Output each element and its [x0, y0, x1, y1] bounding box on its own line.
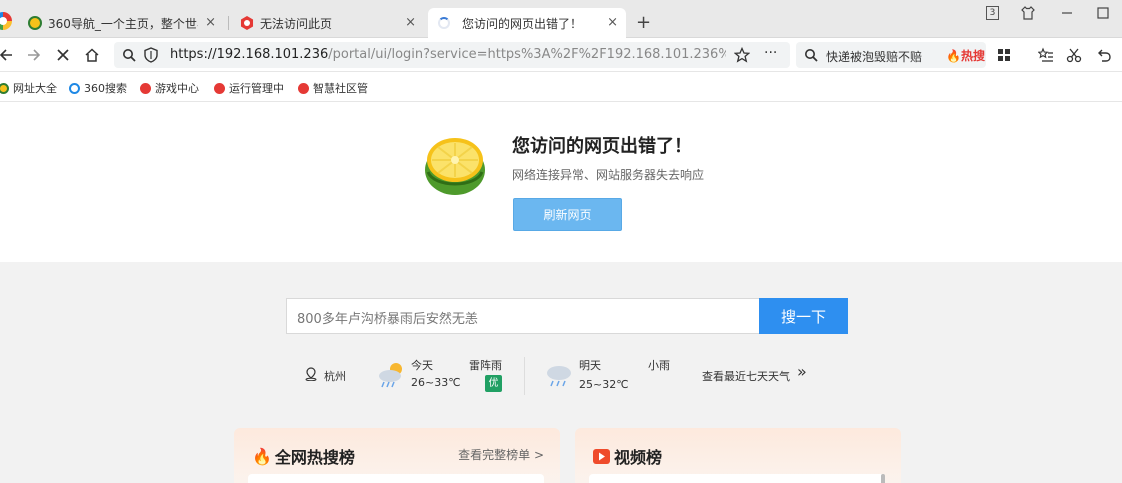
- card-title-text: 全网热搜榜: [274, 448, 355, 467]
- bookmark-favicon-icon: [298, 82, 309, 94]
- tab-title: 无法访问此页: [260, 16, 333, 31]
- tab-title: 360导航_一个主页，整个世界: [48, 16, 198, 31]
- forward-arrow-icon[interactable]: [26, 47, 40, 63]
- weather-today-label: 今天: [411, 359, 433, 372]
- hot-search-badge[interactable]: 🔥热搜: [946, 47, 985, 64]
- bookmark-ops-management[interactable]: 运行管理中: [214, 80, 284, 96]
- video-card-title: 视频榜: [593, 444, 662, 468]
- address-bar[interactable]: https://192.168.101.236/portal/ui/login?…: [114, 42, 790, 68]
- tab-close-icon[interactable]: ×: [405, 15, 416, 30]
- header-search-box[interactable]: 快递被泡毁赔不赔 🔥热搜: [796, 42, 986, 68]
- minimize-icon[interactable]: [1060, 6, 1074, 20]
- card-content-area: [589, 474, 885, 483]
- weather-today-condition: 雷阵雨: [469, 359, 502, 372]
- stop-loading-icon[interactable]: [56, 48, 70, 62]
- hot-search-card-title: 🔥 全网热搜榜: [252, 444, 355, 468]
- air-quality-badge: 优: [485, 375, 502, 392]
- flame-icon: 🔥: [252, 446, 272, 466]
- shield-icon[interactable]: [144, 47, 158, 63]
- bookmark-star-icon[interactable]: [734, 47, 750, 63]
- tab-count-badge[interactable]: 3: [986, 6, 999, 20]
- video-ranking-card: 视频榜: [575, 428, 901, 483]
- bookmark-game-center[interactable]: 游戏中心: [140, 80, 199, 96]
- portal-search-button[interactable]: 搜一下: [759, 298, 848, 334]
- tab-error-page[interactable]: 您访问的网页出错了！ ×: [428, 8, 626, 38]
- view-full-list-link[interactable]: 查看完整榜单 >: [458, 446, 544, 463]
- video-play-icon: [593, 448, 610, 464]
- maximize-icon[interactable]: [1096, 6, 1110, 20]
- back-arrow-icon[interactable]: [0, 47, 14, 63]
- location-pin-icon: [305, 367, 317, 381]
- home-icon[interactable]: [84, 47, 100, 63]
- bookmark-favicon-icon: [0, 82, 9, 94]
- double-chevron-right-icon[interactable]: »: [797, 362, 807, 381]
- weather-tomorrow-label: 明天: [579, 359, 601, 372]
- card-content-area: [248, 474, 544, 483]
- bookmarks-bar: 网址大全 360搜索 游戏中心 运行管理中 智慧社区管: [0, 72, 1122, 102]
- hot-label: 热搜: [960, 49, 985, 63]
- hot-search-text: 快递被泡毁赔不赔: [826, 50, 923, 64]
- tab-divider: [228, 16, 229, 30]
- tab-cannot-access[interactable]: 无法访问此页 ×: [232, 8, 424, 38]
- weather-city[interactable]: 杭州: [324, 368, 346, 384]
- bookmark-url-directory[interactable]: 网址大全: [0, 80, 57, 96]
- tab-close-icon[interactable]: ×: [205, 15, 216, 30]
- new-tab-button[interactable]: +: [636, 12, 651, 33]
- loading-spinner-icon: [438, 17, 450, 29]
- bookmark-favicon-icon: [214, 82, 225, 94]
- navigation-bar: https://192.168.101.236/portal/ui/login?…: [0, 38, 1122, 72]
- error-subtitle: 网络连接异常、网站服务器失去响应: [512, 168, 705, 182]
- hot-search-card: 🔥 全网热搜榜 查看完整榜单 >: [234, 428, 560, 483]
- scrollbar-thumb[interactable]: [881, 474, 885, 483]
- card-title-text: 视频榜: [614, 448, 663, 467]
- apps-grid-icon[interactable]: [996, 47, 1012, 63]
- url-host: https://192.168.101.236: [170, 47, 329, 62]
- lemon-error-icon: [425, 138, 485, 195]
- 360-favicon-icon: [28, 16, 42, 30]
- bookmark-label: 运行管理中: [229, 82, 284, 95]
- error-title: 您访问的网页出错了！: [512, 136, 692, 157]
- tab-title: 您访问的网页出错了！: [462, 16, 583, 31]
- light-rain-icon: [547, 366, 571, 387]
- bookmark-favicon-icon: [69, 82, 80, 94]
- bookmark-label: 网址大全: [13, 82, 57, 95]
- browser-logo-icon[interactable]: [0, 12, 12, 30]
- undo-icon[interactable]: [1096, 47, 1112, 63]
- bookmark-smart-community[interactable]: 智慧社区管: [298, 80, 368, 96]
- weather-today-temp: 26~33℃: [411, 376, 461, 389]
- portal-search-input[interactable]: 800多年卢沟桥暴雨后安然无恙: [286, 298, 759, 334]
- weather-tomorrow-condition: 小雨: [648, 359, 670, 372]
- search-icon: [805, 49, 818, 62]
- scissors-icon[interactable]: [1066, 47, 1082, 63]
- tab-strip: 360导航_一个主页，整个世界 × 无法访问此页 × 您访问的网页出错了！ × …: [0, 0, 1122, 38]
- seven-day-weather-link[interactable]: 查看最近七天天气: [702, 368, 790, 384]
- bookmark-label: 游戏中心: [155, 82, 199, 95]
- bookmark-label: 360搜索: [84, 82, 127, 95]
- refresh-page-button[interactable]: 刷新网页: [513, 198, 622, 231]
- thunderstorm-sun-icon: [379, 363, 402, 388]
- weather-tomorrow-temp: 25~32℃: [579, 378, 629, 391]
- bookmark-360-search[interactable]: 360搜索: [69, 80, 127, 96]
- error-favicon-icon: [240, 16, 254, 30]
- skin-shirt-icon[interactable]: [1020, 5, 1036, 21]
- url-path: /portal/ui/login?service=https%3A%2F%2F1…: [328, 47, 726, 62]
- more-options-button[interactable]: ···: [764, 45, 777, 61]
- search-icon: [123, 49, 136, 62]
- bookmark-label: 智慧社区管: [313, 82, 368, 95]
- url-text[interactable]: https://192.168.101.236/portal/ui/login?…: [170, 47, 726, 62]
- flame-icon: 🔥: [946, 49, 961, 63]
- bookmark-favicon-icon: [140, 82, 151, 94]
- tab-360-nav[interactable]: 360导航_一个主页，整个世界 ×: [28, 8, 224, 38]
- favorites-list-icon[interactable]: [1038, 47, 1054, 63]
- weather-divider: [524, 357, 525, 395]
- tab-close-icon[interactable]: ×: [607, 15, 618, 30]
- error-panel: 您访问的网页出错了！ 网络连接异常、网站服务器失去响应 刷新网页: [0, 102, 1122, 262]
